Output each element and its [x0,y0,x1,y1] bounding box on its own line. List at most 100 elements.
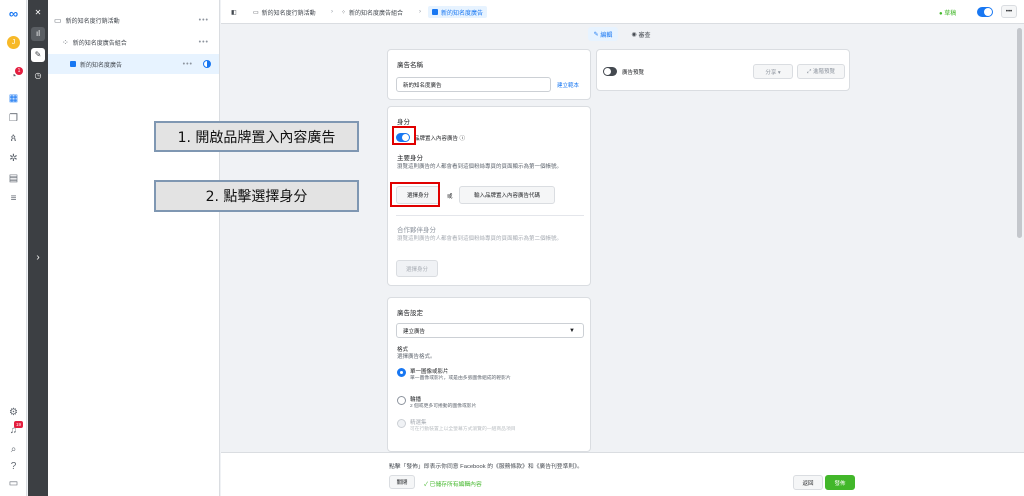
ads-manager-window: ∞ J ◔ 1 ▦ ❐ ጰ ✲ ▤ ≡ ⚙ ♫ 19 ⌕ ? ▭ ✕ ıl ✎ ◷ … [0,0,1024,496]
search-icon[interactable]: ⌕ [6,443,21,456]
tab-review[interactable]: ◉ 審查 [626,27,656,41]
menu-icon[interactable]: ≡ [6,192,21,205]
info-icon[interactable]: ⓘ [460,136,466,142]
collapse-chevron-icon[interactable]: › [31,251,45,265]
meta-logo-icon[interactable]: ∞ [6,7,21,20]
preview-card: 廣告預覽 分享 ▾ ⤢ 進階預覽 [596,49,850,91]
tree-ad-label: 新的知名度廣告 [80,62,123,69]
tool-strip: ✕ ıl ✎ ◷ › [28,0,48,496]
top-bar: ◧ ▭ 新的知名度行銷活動 › ⁘ 新的知名度廣告組合 › 新的知名度廣告 ● 草稿… [221,0,1024,24]
partner-identity-title: 合作夥伴身分 [397,227,436,234]
notifications-icon[interactable]: ◔ 1 [6,67,23,83]
tree-adset-label: 新的知名度廣告組合 [72,40,127,47]
tree-item-adset[interactable]: ⁘ 新的知名度廣告組合 ••• [48,32,219,52]
panel-toggle-icon[interactable]: ◧ [231,6,237,18]
saved-status: ✓ 已儲存所有編輯內容 [424,482,482,488]
more-icon[interactable]: ••• [183,61,193,68]
tree-item-campaign[interactable]: ▭ 新的知名度行銷活動 ••• [48,10,219,30]
preview-toggle[interactable] [603,67,617,76]
enter-code-button[interactable]: 輸入品牌置入內容廣告代碼 [459,186,555,204]
scrollbar-thumb[interactable] [1017,28,1022,238]
option-label: 精選集 [410,420,427,426]
status-half-icon [203,60,211,68]
breadcrumb-adset[interactable]: ⁘ 新的知名度廣告組合 [341,6,403,18]
gear-icon[interactable]: ⚙ [6,406,21,419]
alerts-icon[interactable]: ♫ 19 [6,421,23,437]
ad-setup-title: 廣告設定 [397,310,423,317]
share-button[interactable]: 分享 ▾ [753,64,793,79]
grid-icon: ⁘ [341,9,347,16]
option-desc: 單一圖像或影片，或是由多張圖像組成的輕影片 [410,376,511,381]
feedback-icon[interactable]: ▭ [6,477,21,490]
create-template-link[interactable]: 建立範本 [557,81,579,89]
or-label: 或 [447,194,453,200]
draft-status: ● 草稿 [939,10,957,17]
settings-cog-icon[interactable]: ✲ [6,152,21,165]
close-icon[interactable]: ✕ [31,6,45,20]
breadcrumb-sep: › [331,9,333,15]
format-desc: 選擇廣告格式。 [397,354,436,360]
tab-edit-label: 編輯 [600,32,613,39]
caret-down-icon: ▼ [569,327,575,334]
more-icon[interactable]: ••• [199,17,209,24]
audience-icon[interactable]: ጰ [6,132,21,145]
partner-identity-desc: 瀏覽這則廣告的人都會看到這個粉絲專頁的頁面顯示為第二個帳號。 [397,236,563,242]
bottom-bar: 點擊「發佈」即表示你同意 Facebook 的《服務條款》和《廣告刊登準則》。 … [221,452,1024,496]
pages-icon[interactable]: ❐ [6,112,21,125]
left-rail: ∞ J ◔ 1 ▦ ❐ ጰ ✲ ▤ ≡ ⚙ ♫ 19 ⌕ ? ▭ [0,0,27,496]
primary-identity-desc: 瀏覽這則廣告的人都會看到這個粉絲專頁的頁面顯示為第一個帳號。 [397,164,563,170]
more-options-button[interactable]: ••• [1001,5,1017,18]
history-icon[interactable]: ◷ [31,69,45,83]
radio-collection[interactable] [397,419,406,428]
tree-item-ad[interactable]: 新的知名度廣告 ••• [48,54,219,74]
advanced-preview-button[interactable]: ⤢ 進階預覽 [797,64,845,79]
chart-icon[interactable]: ıl [31,27,45,41]
format-title: 格式 [397,347,409,353]
ad-icon [432,9,438,15]
folder-icon: ▭ [253,9,259,16]
alerts-badge: 19 [14,421,23,428]
terms-text: 點擊「發佈」即表示你同意 Facebook 的《服務條款》和《廣告刊登準則》。 [389,464,583,470]
divider [396,215,584,216]
ad-icon [70,61,76,67]
preview-label: 廣告預覽 [622,70,645,76]
option-label: 單一圖像或影片 [410,369,449,375]
primary-identity-title: 主要身分 [397,155,423,162]
highlight-choose-button [390,182,440,207]
breadcrumb-ad[interactable]: 新的知名度廣告 [428,6,488,18]
breadcrumb-campaign[interactable]: ▭ 新的知名度行銷活動 [253,6,316,18]
catalog-icon[interactable]: ▤ [6,172,21,185]
breadcrumb-ad-label: 新的知名度廣告 [441,10,484,17]
notification-badge: 1 [15,67,23,75]
table-icon[interactable]: ▦ [6,92,21,105]
more-icon[interactable]: ••• [199,39,209,46]
branded-content-label: 品牌置入內容廣告 ⓘ [414,136,466,142]
callout-step1: 1. 開啟品牌置入內容廣告 [154,121,359,152]
folder-icon: ▭ [54,15,62,25]
identity-title: 身分 [397,119,410,126]
ad-setup-card: 廣告設定 建立廣告 ▼ 格式 選擇廣告格式。 單一圖像或影片 單一圖像或影片，或是… [387,297,591,452]
close-button[interactable]: 關閉 [389,475,415,489]
help-icon[interactable]: ? [6,460,21,473]
campaign-tree: ▭ 新的知名度行銷活動 ••• ⁘ 新的知名度廣告組合 ••• 新的知名度廣告 … [48,0,220,496]
ad-name-input[interactable]: 新的知名度廣告 [396,77,551,92]
tree-campaign-label: 新的知名度行銷活動 [65,18,120,25]
partner-choose-button[interactable]: 選擇身分 [396,260,438,277]
avatar[interactable]: J [7,36,20,49]
ad-name-title: 廣告名稱 [397,62,423,69]
ad-setup-dropdown[interactable]: 建立廣告 ▼ [396,323,584,338]
ad-name-card: 廣告名稱 新的知名度廣告 建立範本 [387,49,591,100]
option-label: 輪播 [410,397,422,403]
radio-carousel[interactable] [397,396,406,405]
breadcrumb-adset-label: 新的知名度廣告組合 [349,10,404,17]
option-desc: 可在行動裝置上以全螢幕方式瀏覽的一組商品項目 [410,427,516,432]
draft-toggle[interactable] [977,7,993,17]
radio-single-image[interactable] [397,368,406,377]
breadcrumb-campaign-label: 新的知名度行銷活動 [261,10,316,17]
publish-button[interactable]: 發佈 [825,475,855,490]
tab-edit[interactable]: ✎ 編輯 [588,27,618,41]
option-desc: 2 個或更多可捲動的圖像或影片 [410,404,477,409]
scrollbar[interactable] [1015,26,1024,452]
back-button[interactable]: 返回 [793,475,823,490]
edit-pencil-icon[interactable]: ✎ [31,48,45,62]
